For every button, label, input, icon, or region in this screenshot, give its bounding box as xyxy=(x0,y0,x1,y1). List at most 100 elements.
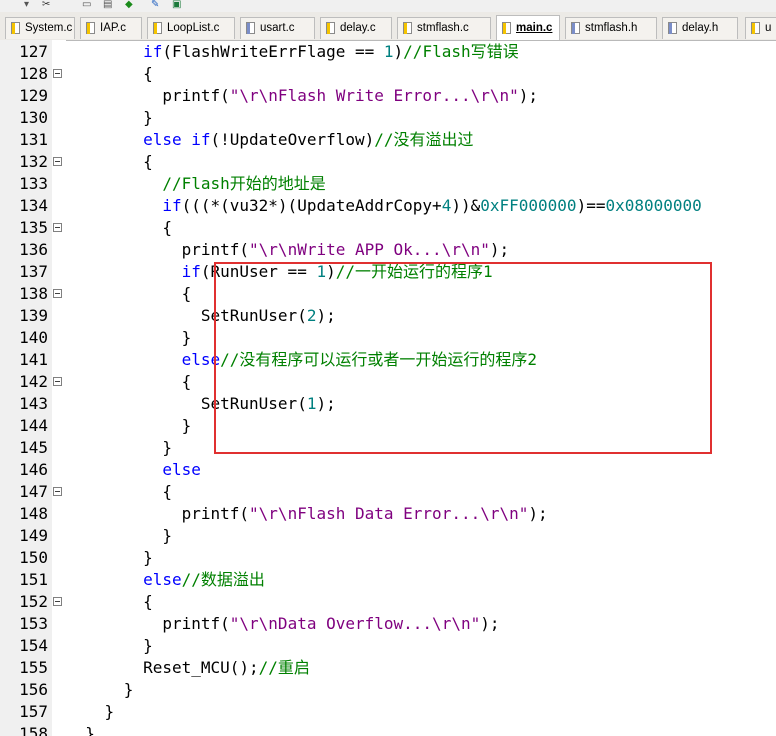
download-arrow-icon[interactable]: ◆ xyxy=(125,0,133,10)
code-text[interactable]: printf("\r\nWrite APP Ok...\r\n"); xyxy=(66,239,510,261)
line-number: 136 xyxy=(19,240,48,259)
code-text[interactable]: SetRunUser(1); xyxy=(66,393,336,415)
code-text[interactable]: printf("\r\nData Overflow...\r\n"); xyxy=(66,613,499,635)
scissors-icon[interactable]: ✂ xyxy=(42,0,50,10)
code-line: 143 SetRunUser(1); xyxy=(0,393,776,415)
line-number: 139 xyxy=(19,306,48,325)
tab-System-c[interactable]: System.c xyxy=(5,17,75,39)
code-text[interactable]: { xyxy=(66,481,172,503)
code-line: 134 if(((*(vu32*)(UpdateAddrCopy+4))&0xF… xyxy=(0,195,776,217)
code-text[interactable]: } xyxy=(66,547,153,569)
code-text[interactable]: else//没有程序可以运行或者一开始运行的程序2 xyxy=(66,349,537,371)
line-number: 129 xyxy=(19,86,48,105)
file-icon xyxy=(571,22,580,34)
code-text[interactable]: else//数据溢出 xyxy=(66,569,265,591)
fold-toggle-icon[interactable] xyxy=(53,597,62,606)
line-number: 128 xyxy=(19,64,48,83)
copy-icon[interactable]: ▭ xyxy=(82,0,91,10)
code-text[interactable]: } xyxy=(66,723,95,736)
code-text[interactable]: { xyxy=(66,371,192,393)
tab-IAP-c[interactable]: IAP.c xyxy=(80,17,142,39)
code-text[interactable]: } xyxy=(66,701,115,723)
code-line: 157 } xyxy=(0,701,776,723)
tab-main-c[interactable]: main.c xyxy=(496,15,560,40)
code-text[interactable]: if(RunUser == 1)//一开始运行的程序1 xyxy=(66,261,493,283)
line-number: 131 xyxy=(19,130,48,149)
code-text[interactable]: { xyxy=(66,283,192,305)
file-icon xyxy=(403,22,412,34)
code-line: 147 { xyxy=(0,481,776,503)
line-number: 134 xyxy=(19,196,48,215)
tab-label: usart.c xyxy=(260,22,295,34)
line-number: 147 xyxy=(19,482,48,501)
tab-delay-h[interactable]: delay.h xyxy=(662,17,738,39)
code-line: 146 else xyxy=(0,459,776,481)
code-text[interactable]: else if(!UpdateOverflow)//没有溢出过 xyxy=(66,129,473,151)
fold-toggle-icon[interactable] xyxy=(53,377,62,386)
code-text[interactable]: if(((*(vu32*)(UpdateAddrCopy+4))&0xFF000… xyxy=(66,195,701,217)
code-text[interactable]: { xyxy=(66,217,172,239)
line-number: 146 xyxy=(19,460,48,479)
fold-toggle-icon[interactable] xyxy=(53,223,62,232)
code-line: 135 { xyxy=(0,217,776,239)
code-text[interactable]: } xyxy=(66,415,192,437)
tab-label: stmflash.c xyxy=(417,22,469,34)
tab-label: delay.h xyxy=(682,22,719,34)
tab-usart-c[interactable]: usart.c xyxy=(240,17,315,39)
line-number: 151 xyxy=(19,570,48,589)
line-number: 130 xyxy=(19,108,48,127)
line-number: 145 xyxy=(19,438,48,457)
code-text[interactable]: } xyxy=(66,635,153,657)
line-number: 135 xyxy=(19,218,48,237)
line-number: 155 xyxy=(19,658,48,677)
line-number: 142 xyxy=(19,372,48,391)
tab-label: LoopList.c xyxy=(167,22,220,34)
code-editor[interactable]: 127 if(FlashWriteErrFlage == 1)//Flash写错… xyxy=(0,40,776,736)
code-text[interactable]: Reset_MCU();//重启 xyxy=(66,657,310,679)
file-icon xyxy=(246,22,255,34)
code-text[interactable]: SetRunUser(2); xyxy=(66,305,336,327)
code-text[interactable]: else xyxy=(66,459,201,481)
code-text[interactable]: if(FlashWriteErrFlage == 1)//Flash写错误 xyxy=(66,41,519,63)
code-text[interactable]: } xyxy=(66,437,172,459)
image-icon[interactable]: ▣ xyxy=(172,0,181,10)
line-number: 152 xyxy=(19,592,48,611)
pencil-icon[interactable]: ✎ xyxy=(151,0,159,10)
line-number: 137 xyxy=(19,262,48,281)
code-line: 137 if(RunUser == 1)//一开始运行的程序1 xyxy=(0,261,776,283)
code-line: 155 Reset_MCU();//重启 xyxy=(0,657,776,679)
code-line: 130 } xyxy=(0,107,776,129)
fold-toggle-icon[interactable] xyxy=(53,487,62,496)
tab-u[interactable]: u xyxy=(745,17,776,39)
code-text[interactable]: } xyxy=(66,525,172,547)
tab-stmflash-h[interactable]: stmflash.h xyxy=(565,17,657,39)
tab-delay-c[interactable]: delay.c xyxy=(320,17,392,39)
tab-label: IAP.c xyxy=(100,22,126,34)
tab-LoopList-c[interactable]: LoopList.c xyxy=(147,17,235,39)
code-line: 151 else//数据溢出 xyxy=(0,569,776,591)
code-line: 148 printf("\r\nFlash Data Error...\r\n"… xyxy=(0,503,776,525)
file-icon xyxy=(668,22,677,34)
file-icon xyxy=(751,22,760,34)
line-number: 150 xyxy=(19,548,48,567)
code-text[interactable]: } xyxy=(66,107,153,129)
code-text[interactable]: //Flash开始的地址是 xyxy=(66,173,325,195)
code-text[interactable]: { xyxy=(66,151,153,173)
code-text[interactable]: { xyxy=(66,63,153,85)
line-number: 141 xyxy=(19,350,48,369)
fold-toggle-icon[interactable] xyxy=(53,289,62,298)
tab-label: main.c xyxy=(516,22,553,34)
file-icon xyxy=(11,22,20,34)
fold-toggle-icon[interactable] xyxy=(53,69,62,78)
tab-label: delay.c xyxy=(340,22,376,34)
code-line: 139 SetRunUser(2); xyxy=(0,305,776,327)
code-text[interactable]: } xyxy=(66,327,192,349)
code-text[interactable]: printf("\r\nFlash Write Error...\r\n"); xyxy=(66,85,538,107)
fold-toggle-icon[interactable] xyxy=(53,157,62,166)
code-text[interactable]: printf("\r\nFlash Data Error...\r\n"); xyxy=(66,503,548,525)
paste-icon[interactable]: ▤ xyxy=(103,0,112,10)
toolbar-dropdown-icon[interactable]: ▾ xyxy=(24,0,29,10)
code-text[interactable]: { xyxy=(66,591,153,613)
code-text[interactable]: } xyxy=(66,679,134,701)
tab-stmflash-c[interactable]: stmflash.c xyxy=(397,17,491,39)
